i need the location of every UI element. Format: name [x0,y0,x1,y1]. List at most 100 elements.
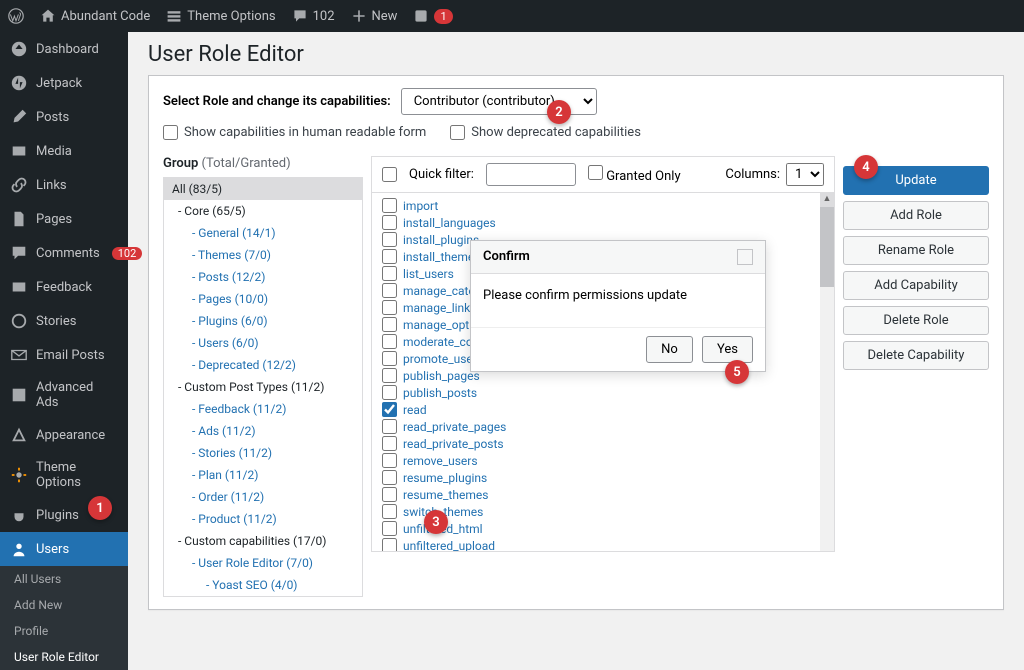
cap-checkbox[interactable] [382,283,397,298]
cap-checkbox[interactable] [382,470,397,485]
cap-label[interactable]: manage_links [403,301,476,315]
cap-checkbox[interactable] [382,300,397,315]
granted-toggle[interactable]: Granted Only [588,165,681,184]
cap-checkbox[interactable] [382,317,397,332]
cap-label[interactable]: read [403,403,427,417]
no-button[interactable]: No [646,336,693,363]
menu-theme-options[interactable]: Theme Options [0,452,128,498]
cap-label[interactable]: import [403,199,438,213]
yoast-link[interactable]: 1 [405,0,460,32]
menu-pages[interactable]: Pages [0,202,128,236]
delete-capability-button[interactable]: Delete Capability [843,341,989,370]
cap-label[interactable]: unfiltered_upload [403,539,495,553]
cap-label[interactable]: read_private_posts [403,437,504,451]
menu-stories[interactable]: Stories [0,304,128,338]
group-item[interactable]: - General (14/1) [164,222,362,244]
submenu-user-role-editor[interactable]: User Role Editor [0,644,128,670]
scrollbar[interactable]: ▲ [820,193,834,551]
cap-label[interactable]: install_languages [403,216,496,230]
group-item[interactable]: - Order (11/2) [164,486,362,508]
group-item[interactable]: - Feedback (11/2) [164,398,362,420]
cap-checkbox[interactable] [382,266,397,281]
submenu-add-new[interactable]: Add New [0,592,128,618]
group-item[interactable]: - Custom Post Types (11/2) [164,376,362,398]
cap-label[interactable]: publish_posts [403,386,477,400]
cap-label[interactable]: read_private_pages [403,420,506,434]
menu-users[interactable]: Users [0,532,128,566]
group-item[interactable]: - Users (6/0) [164,332,362,354]
group-item[interactable]: - Plugins (6/0) [164,310,362,332]
cap-label[interactable]: list_users [403,267,454,281]
scroll-up-icon[interactable]: ▲ [820,193,834,207]
menu-comments[interactable]: Comments102 [0,236,128,270]
cap-checkbox[interactable] [382,351,397,366]
cap-checkbox[interactable] [382,521,397,536]
menu-appearance[interactable]: Appearance [0,418,128,452]
capability-row: read_private_pages [382,418,824,435]
menu-jetpack[interactable]: Jetpack [0,66,128,100]
site-link[interactable]: Abundant Code [32,0,158,32]
deprecated-checkbox[interactable] [450,125,465,140]
group-item[interactable]: - User Role Editor (7/0) [164,552,362,574]
group-item[interactable]: - Deprecated (12/2) [164,354,362,376]
cap-label[interactable]: remove_users [403,454,478,468]
cap-checkbox[interactable] [382,453,397,468]
group-item[interactable]: - Product (11/2) [164,508,362,530]
submenu-profile[interactable]: Profile [0,618,128,644]
menu-posts[interactable]: Posts [0,100,128,134]
cap-label[interactable]: publish_pages [403,369,480,383]
add-capability-button[interactable]: Add Capability [843,271,989,300]
new-link[interactable]: New [343,0,406,32]
cap-checkbox[interactable] [382,334,397,349]
cap-checkbox[interactable] [382,504,397,519]
cap-label[interactable]: resume_plugins [403,471,487,485]
group-item[interactable]: - Pages (10/0) [164,288,362,310]
menu-feedback[interactable]: Feedback [0,270,128,304]
cap-checkbox[interactable] [382,232,397,247]
menu-advanced-ads[interactable]: Advanced Ads [0,372,128,418]
scroll-thumb[interactable] [820,207,834,287]
wp-logo[interactable] [0,0,32,32]
group-item[interactable]: - Core (65/5) [164,200,362,222]
human-readable-checkbox[interactable] [163,125,178,140]
granted-checkbox[interactable] [588,165,603,180]
cap-checkbox[interactable] [382,487,397,502]
yes-button[interactable]: Yes [702,336,753,363]
group-item[interactable]: - Yoast SEO (4/0) [164,574,362,596]
submenu-all-users[interactable]: All Users [0,566,128,592]
menu-email-posts[interactable]: Email Posts [0,338,128,372]
deprecated-toggle[interactable]: Show deprecated capabilities [450,125,641,140]
cap-checkbox[interactable] [382,249,397,264]
cap-checkbox[interactable] [382,385,397,400]
delete-role-button[interactable]: Delete Role [843,306,989,335]
cap-checkbox[interactable] [382,538,397,552]
group-item[interactable]: - Stories (11/2) [164,442,362,464]
close-icon[interactable] [737,249,753,265]
add-role-button[interactable]: Add Role [843,201,989,230]
cap-label[interactable]: install_plugins [403,233,479,247]
cap-checkbox[interactable] [382,436,397,451]
cap-label[interactable]: install_themes [403,250,480,264]
menu-dashboard[interactable]: Dashboard [0,32,128,66]
menu-links[interactable]: Links [0,168,128,202]
group-item[interactable]: - Custom capabilities (17/0) [164,530,362,552]
group-item[interactable]: - Posts (12/2) [164,266,362,288]
cap-checkbox[interactable] [382,368,397,383]
group-item[interactable]: - Themes (7/0) [164,244,362,266]
cap-checkbox[interactable] [382,402,397,417]
cap-checkbox[interactable] [382,198,397,213]
group-item[interactable]: - Ads (11/2) [164,420,362,442]
columns-select[interactable]: 1 [786,163,824,186]
group-item[interactable]: - Plan (11/2) [164,464,362,486]
cap-checkbox[interactable] [382,419,397,434]
human-readable-toggle[interactable]: Show capabilities in human readable form [163,125,426,140]
comments-link[interactable]: 102 [284,0,343,32]
quick-filter-input[interactable] [486,163,576,186]
cap-checkbox[interactable] [382,215,397,230]
rename-role-button[interactable]: Rename Role [843,236,989,265]
group-item[interactable]: All (83/5) [164,178,362,200]
menu-media[interactable]: Media [0,134,128,168]
theme-options-link[interactable]: Theme Options [158,0,283,32]
select-all-checkbox[interactable] [382,167,397,182]
cap-label[interactable]: resume_themes [403,488,488,502]
